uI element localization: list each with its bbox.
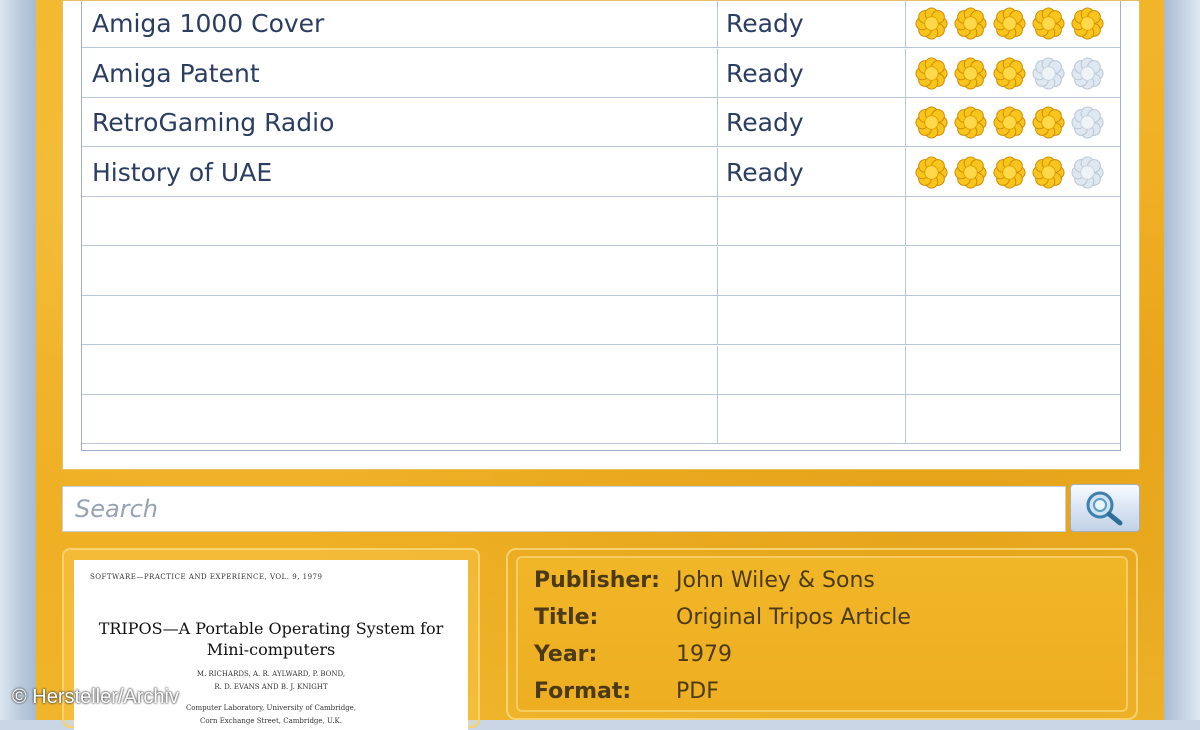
rating-flower-filled-icon[interactable] — [992, 56, 1027, 91]
status-cell — [718, 345, 906, 395]
rating-flower-filled-icon[interactable] — [914, 105, 949, 140]
table-row[interactable]: Amiga 1000 Cover Ready — [82, 0, 1120, 48]
rating-cell[interactable] — [906, 49, 1120, 98]
document-details-frame: Publisher: John Wiley & Sons Title: Orig… — [506, 548, 1138, 720]
rating-cell[interactable] — [906, 395, 1120, 444]
rating-flower-filled-icon[interactable] — [1031, 6, 1066, 41]
status-cell — [718, 197, 906, 246]
document-list-panel: Amiga 1000 Cover Ready Amiga Patent Ready Re… — [62, 0, 1140, 470]
rating-cell[interactable] — [906, 0, 1120, 48]
document-name-cell: History of UAE — [82, 147, 718, 197]
rating-flower-filled-icon[interactable] — [1031, 155, 1066, 190]
search-magnifier-icon — [1086, 491, 1123, 526]
status-cell: Ready — [718, 0, 906, 48]
title-row: Title: Original Tripos Article — [534, 599, 911, 636]
format-value: PDF — [676, 679, 719, 704]
publisher-label: Publisher: — [534, 568, 660, 593]
document-name-cell — [82, 395, 718, 444]
document-name-cell — [82, 246, 718, 296]
rating-flower-filled-icon[interactable] — [953, 6, 988, 41]
title-label: Title: — [534, 605, 599, 630]
library-app: Amiga 1000 Cover Ready Amiga Patent Ready Re… — [36, 0, 1164, 730]
document-name-cell — [82, 345, 718, 395]
status-cell: Ready — [718, 48, 906, 98]
year-label: Year: — [534, 642, 598, 667]
format-label: Format: — [534, 679, 632, 704]
rating-flower-filled-icon[interactable] — [914, 56, 949, 91]
search-input[interactable] — [63, 487, 1065, 531]
document-table: Amiga 1000 Cover Ready Amiga Patent Ready Re… — [81, 0, 1121, 451]
search-button[interactable] — [1070, 484, 1140, 532]
publisher-value: John Wiley & Sons — [676, 568, 875, 593]
status-cell — [718, 246, 906, 296]
rating-flower-filled-icon[interactable] — [953, 105, 988, 140]
rating-flower-filled-icon[interactable] — [992, 155, 1027, 190]
rating-flower-filled-icon[interactable] — [953, 155, 988, 190]
preview-header: SOFTWARE—PRACTICE AND EXPERIENCE, VOL. 9… — [90, 573, 323, 581]
status-cell — [718, 395, 906, 444]
rating-flower-empty-icon[interactable] — [1070, 56, 1105, 91]
document-name-cell — [82, 197, 718, 246]
preview-title: TRIPOS—A Portable Operating System for M… — [74, 618, 468, 660]
table-row[interactable]: History of UAE Ready — [82, 147, 1120, 197]
title-value: Original Tripos Article — [676, 605, 911, 630]
rating-flower-empty-icon[interactable] — [1070, 155, 1105, 190]
preview-title-line-1: TRIPOS—A Portable Operating System for — [98, 619, 444, 638]
rating-flower-filled-icon[interactable] — [914, 6, 949, 41]
document-details: Publisher: John Wiley & Sons Title: Orig… — [516, 556, 1128, 712]
format-row: Format: PDF — [534, 673, 719, 710]
status-cell: Ready — [718, 98, 906, 147]
status-cell — [718, 296, 906, 345]
publisher-row: Publisher: John Wiley & Sons — [534, 562, 875, 599]
table-row[interactable]: RetroGaming Radio Ready — [82, 98, 1120, 147]
rating-cell[interactable] — [906, 148, 1120, 197]
table-row[interactable] — [82, 345, 1120, 395]
rating-flower-filled-icon[interactable] — [953, 56, 988, 91]
rating-cell[interactable] — [906, 197, 1120, 246]
document-name-cell: Amiga Patent — [82, 48, 718, 98]
rating-flower-filled-icon[interactable] — [992, 6, 1027, 41]
document-name-cell: Amiga 1000 Cover — [82, 0, 718, 48]
rating-flower-filled-icon[interactable] — [992, 105, 1027, 140]
rating-cell[interactable] — [906, 98, 1120, 147]
preview-authors-line-1: M. RICHARDS, A. R. AYLWARD, P. BOND, — [196, 670, 346, 678]
window-frame-left — [0, 0, 36, 720]
table-row[interactable] — [82, 395, 1120, 444]
rating-cell[interactable] — [906, 247, 1120, 296]
year-value: 1979 — [676, 642, 732, 667]
rating-flower-filled-icon[interactable] — [1070, 6, 1105, 41]
image-credit: © Hersteller/Archiv — [12, 686, 179, 708]
rating-cell[interactable] — [906, 296, 1120, 345]
preview-affiliation-line-2: Corn Exchange Street, Cambridge, U.K. — [200, 717, 342, 725]
rating-cell[interactable] — [906, 346, 1120, 395]
preview-title-line-2: Mini-computers — [206, 640, 336, 659]
rating-flower-filled-icon[interactable] — [914, 155, 949, 190]
document-name-cell — [82, 296, 718, 345]
table-row[interactable]: Amiga Patent Ready — [82, 48, 1120, 98]
rating-flower-empty-icon[interactable] — [1031, 56, 1066, 91]
table-row[interactable] — [82, 296, 1120, 345]
rating-flower-filled-icon[interactable] — [1031, 105, 1066, 140]
status-cell: Ready — [718, 147, 906, 197]
year-row: Year: 1979 — [534, 636, 732, 673]
window-frame-right — [1164, 0, 1200, 720]
search-bar — [62, 486, 1066, 532]
table-row[interactable] — [82, 246, 1120, 296]
table-row[interactable] — [82, 197, 1120, 246]
rating-flower-empty-icon[interactable] — [1070, 105, 1105, 140]
document-name-cell: RetroGaming Radio — [82, 98, 718, 147]
